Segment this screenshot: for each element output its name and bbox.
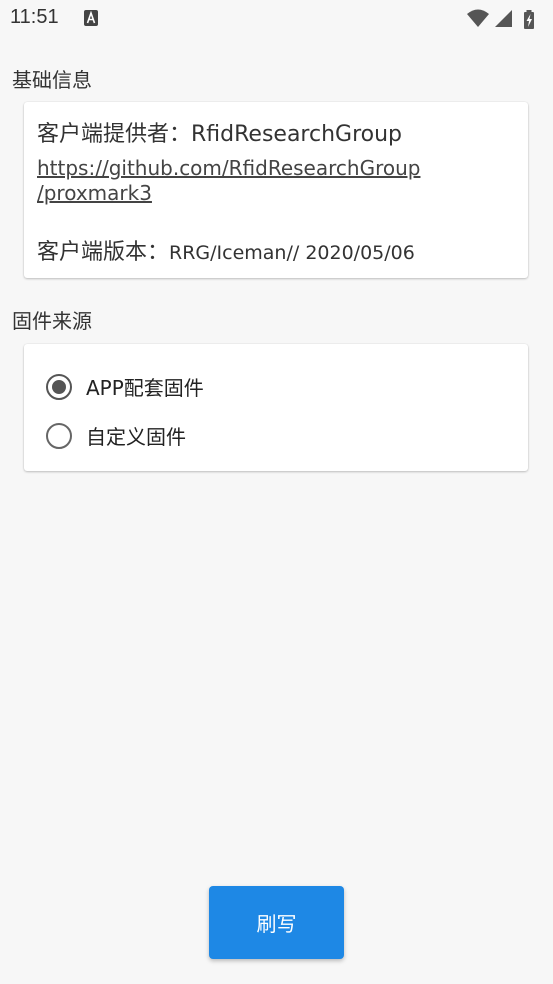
repo-link-line1[interactable]: https://github.com/RfidResearchGroup <box>37 156 420 180</box>
radio-custom-firmware-label[interactable]: 自定义固件 <box>86 421 186 450</box>
provider-row: 客户端提供者：RfidResearchGroup <box>37 116 402 148</box>
a-notification-icon <box>84 10 98 30</box>
status-time: 11:51 <box>10 6 59 28</box>
flash-button[interactable]: 刷写 <box>209 886 344 959</box>
status-bar: 11:51 <box>0 0 553 38</box>
repo-link-line2[interactable]: /proxmark3 <box>37 181 152 205</box>
signal-icon <box>495 10 512 27</box>
radio-custom-firmware[interactable]: 自定义固件 <box>46 421 186 450</box>
basic-info-title: 基础信息 <box>12 68 92 92</box>
version-value: RRG/Iceman// 2020/05/06 <box>169 242 415 264</box>
version-row: 客户端版本：RRG/Iceman// 2020/05/06 <box>37 234 415 266</box>
status-icons <box>467 8 543 34</box>
provider-label: 客户端提供者： <box>37 122 192 147</box>
version-label: 客户端版本： <box>37 240 170 265</box>
battery-charging-icon <box>524 10 534 29</box>
repo-link[interactable]: https://github.com/RfidResearchGroup /pr… <box>37 156 477 206</box>
basic-info-card: 客户端提供者：RfidResearchGroup https://github.… <box>24 102 528 278</box>
wifi-icon <box>467 9 489 27</box>
radio-unchecked-icon[interactable] <box>46 422 72 449</box>
radio-app-firmware-label[interactable]: APP配套固件 <box>86 372 204 401</box>
radio-checked-icon[interactable] <box>46 373 72 400</box>
radio-app-firmware[interactable]: APP配套固件 <box>46 372 204 401</box>
firmware-source-card: APP配套固件 自定义固件 <box>24 344 528 471</box>
provider-value: RfidResearchGroup <box>191 122 403 147</box>
firmware-source-title: 固件来源 <box>12 309 92 333</box>
